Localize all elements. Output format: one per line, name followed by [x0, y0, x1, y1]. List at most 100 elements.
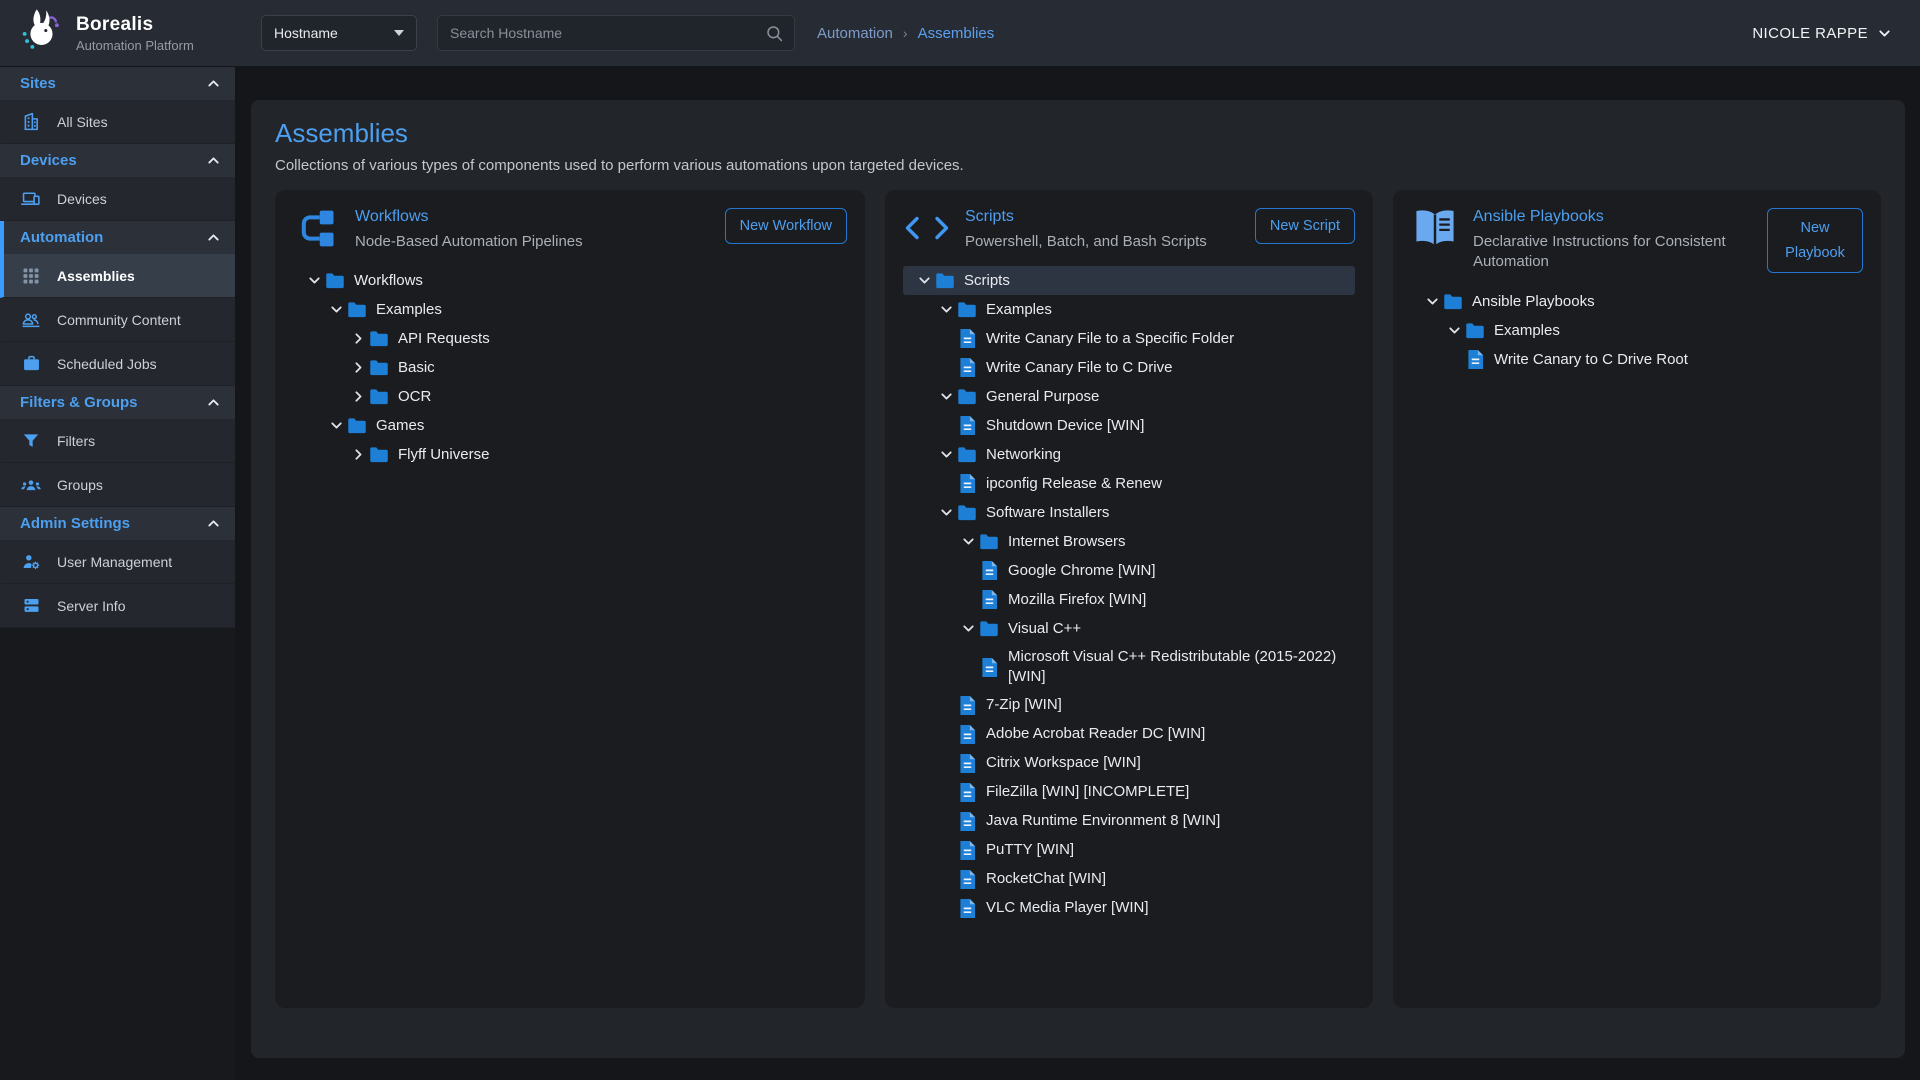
user-menu[interactable]: NICOLE RAPPE [1752, 25, 1920, 42]
tree-folder-visual-c[interactable]: Visual C++ [903, 614, 1355, 643]
tree-node-label: Internet Browsers [1008, 532, 1126, 552]
folder-icon [325, 270, 345, 292]
tree-ansible-playbooks: Ansible Playbooks ExamplesWrite Canary to… [1411, 287, 1863, 374]
panel-title: Scripts [965, 208, 1241, 226]
tree-folder-scripts[interactable]: Scripts [903, 266, 1355, 295]
breadcrumb-item-assemblies[interactable]: Assemblies [918, 25, 995, 42]
tree-file-vlc-media-player-win[interactable]: VLC Media Player [WIN] [903, 894, 1355, 923]
search-icon[interactable] [765, 24, 784, 43]
tree-folder-ansible-playbooks[interactable]: Ansible Playbooks [1411, 287, 1863, 316]
tree-node-label: API Requests [398, 329, 490, 349]
chevron-right-icon[interactable] [347, 445, 369, 465]
file-icon [979, 560, 999, 582]
tree-folder-examples[interactable]: Examples [1411, 316, 1863, 345]
folder-icon [369, 444, 389, 466]
sidebar-section-devices[interactable]: Devices [0, 144, 235, 177]
tree-folder-examples[interactable]: Examples [293, 295, 847, 324]
file-icon [957, 781, 977, 803]
sidebar-item-user-management[interactable]: User Management [0, 540, 235, 584]
sidebar-item-assemblies[interactable]: Assemblies [0, 254, 235, 298]
sidebar-item-label: Devices [57, 191, 107, 207]
breadcrumb-item-automation[interactable]: Automation [817, 25, 893, 42]
chevron-down-icon[interactable] [935, 445, 957, 465]
sidebar-item-label: Server Info [57, 598, 125, 614]
tree-folder-internet-browsers[interactable]: Internet Browsers [903, 527, 1355, 556]
sidebar-section-filters-groups[interactable]: Filters & Groups [0, 386, 235, 419]
tree-node-label: Software Installers [986, 503, 1109, 523]
tree-node-label: Basic [398, 358, 435, 378]
tree-file-putty-win[interactable]: PuTTY [WIN] [903, 836, 1355, 865]
tree-node-label: Java Runtime Environment 8 [WIN] [986, 811, 1220, 831]
tree-folder-general-purpose[interactable]: General Purpose [903, 382, 1355, 411]
file-icon [957, 752, 977, 774]
sidebar-item-filters[interactable]: Filters [0, 419, 235, 463]
file-icon [957, 415, 977, 437]
sidebar-section-admin-settings[interactable]: Admin Settings [0, 507, 235, 540]
chevron-down-icon[interactable] [303, 271, 325, 291]
tree-file-mozilla-firefox-win[interactable]: Mozilla Firefox [WIN] [903, 585, 1355, 614]
new-workflow-button[interactable]: New Workflow [725, 208, 847, 244]
chevron-down-icon[interactable] [935, 387, 957, 407]
tree-file-google-chrome-win[interactable]: Google Chrome [WIN] [903, 556, 1355, 585]
breadcrumb: Automation›Assemblies [817, 25, 994, 42]
laptop-icon [20, 188, 42, 210]
sidebar-item-label: Filters [57, 433, 95, 449]
sidebar-item-groups[interactable]: Groups [0, 463, 235, 507]
chevron-down-icon[interactable] [957, 619, 979, 639]
chevron-right-icon[interactable] [347, 387, 369, 407]
tree-folder-games[interactable]: Games [293, 411, 847, 440]
sidebar-section-sites[interactable]: Sites [0, 67, 235, 100]
tree-folder-api-requests[interactable]: API Requests [293, 324, 847, 353]
tree-folder-networking[interactable]: Networking [903, 440, 1355, 469]
chevron-down-icon[interactable] [325, 300, 347, 320]
tree-node-label: Write Canary File to a Specific Folder [986, 329, 1234, 349]
tree-folder-workflows[interactable]: Workflows [293, 266, 847, 295]
search-input[interactable] [450, 25, 765, 41]
tree-node-label: Ansible Playbooks [1472, 292, 1595, 312]
tree-file-ipconfig-release-renew[interactable]: ipconfig Release & Renew [903, 469, 1355, 498]
chevron-down-icon[interactable] [1443, 321, 1465, 341]
chevron-down-icon[interactable] [913, 271, 935, 291]
chevron-down-icon[interactable] [957, 532, 979, 552]
tree-file-write-canary-file-to-a-specific-folder[interactable]: Write Canary File to a Specific Folder [903, 324, 1355, 353]
tree-file-rocketchat-win[interactable]: RocketChat [WIN] [903, 865, 1355, 894]
sidebar-item-community-content[interactable]: Community Content [0, 298, 235, 342]
tree-folder-examples[interactable]: Examples [903, 295, 1355, 324]
tree-folder-flyff-universe[interactable]: Flyff Universe [293, 440, 847, 469]
sidebar-section-automation[interactable]: Automation [0, 221, 235, 254]
chevron-right-icon[interactable] [347, 358, 369, 378]
new-script-button[interactable]: New Script [1255, 208, 1355, 244]
tree-folder-ocr[interactable]: OCR [293, 382, 847, 411]
folder-icon [1465, 320, 1485, 342]
search-box[interactable] [437, 15, 795, 51]
sidebar-item-scheduled-jobs[interactable]: Scheduled Jobs [0, 342, 235, 386]
tree-folder-basic[interactable]: Basic [293, 353, 847, 382]
chevron-down-icon[interactable] [325, 416, 347, 436]
file-icon [957, 328, 977, 350]
tree-workflows: WorkflowsExamples API Requests Basic OCRGam… [293, 266, 847, 469]
tree-file-microsoft-visual-c-redistributable-2015-2022-win[interactable]: Microsoft Visual C++ Redistributable (20… [903, 643, 1355, 691]
tree-node-label: Microsoft Visual C++ Redistributable (20… [1008, 647, 1349, 688]
sidebar-item-server-info[interactable]: Server Info [0, 584, 235, 628]
chevron-down-icon[interactable] [1421, 292, 1443, 312]
folder-icon [957, 299, 977, 321]
chevron-down-icon[interactable] [935, 503, 957, 523]
tree-file-shutdown-device-win[interactable]: Shutdown Device [WIN] [903, 411, 1355, 440]
tree-file-citrix-workspace-win[interactable]: Citrix Workspace [WIN] [903, 749, 1355, 778]
tree-file-adobe-acrobat-reader-dc-win[interactable]: Adobe Acrobat Reader DC [WIN] [903, 720, 1355, 749]
tree-file-write-canary-to-c-drive-root[interactable]: Write Canary to C Drive Root [1411, 345, 1863, 374]
tree-folder-software-installers[interactable]: Software Installers [903, 498, 1355, 527]
sidebar-item-all-sites[interactable]: All Sites [0, 100, 235, 144]
tree-file-7-zip-win[interactable]: 7-Zip [WIN] [903, 691, 1355, 720]
panel-subtitle: Declarative Instructions for Consistent … [1473, 232, 1753, 273]
chevron-right-icon[interactable] [347, 329, 369, 349]
borealis-logo[interactable]: Borealis Automation Platform [0, 6, 235, 61]
folder-icon [979, 531, 999, 553]
tree-file-filezilla-win-incomplete[interactable]: FileZilla [WIN] [INCOMPLETE] [903, 778, 1355, 807]
chevron-down-icon[interactable] [935, 300, 957, 320]
tree-file-java-runtime-environment-8-win[interactable]: Java Runtime Environment 8 [WIN] [903, 807, 1355, 836]
new-playbook-button[interactable]: New Playbook [1767, 208, 1863, 273]
sidebar-item-devices[interactable]: Devices [0, 177, 235, 221]
tree-file-write-canary-file-to-c-drive[interactable]: Write Canary File to C Drive [903, 353, 1355, 382]
hostname-select[interactable]: Hostname [261, 15, 417, 51]
